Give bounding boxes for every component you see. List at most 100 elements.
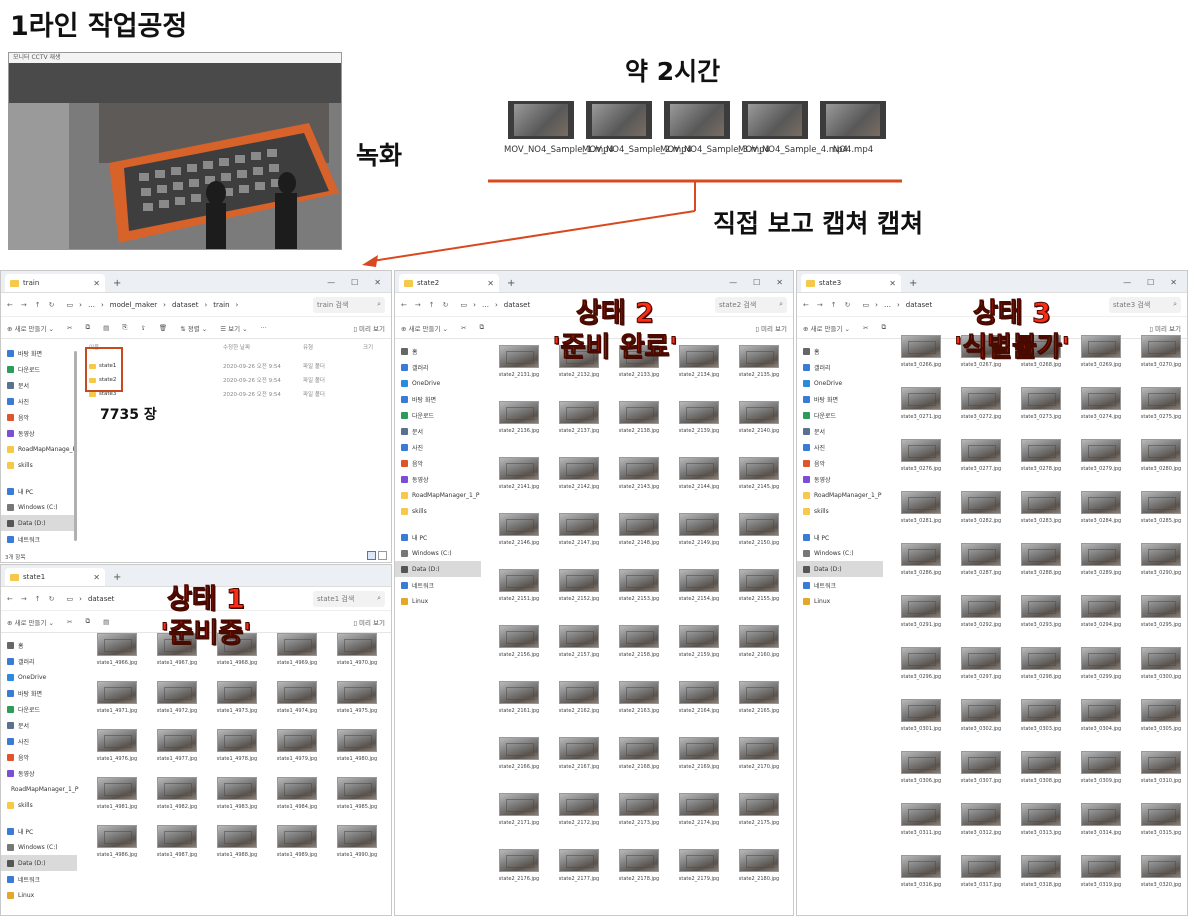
nav-item[interactable]: Data (D:) [395, 561, 481, 577]
nav-item[interactable]: 음악 [797, 455, 883, 471]
nav-item[interactable]: 음악 [1, 749, 77, 765]
nav-item[interactable]: 문서 [1, 717, 77, 733]
file-thumbnail[interactable]: state2_2177.jpg [549, 849, 609, 882]
nav-item[interactable]: 갤러리 [797, 359, 883, 375]
nav-item[interactable]: Linux [1, 887, 77, 903]
new-tab-button[interactable]: + [113, 572, 121, 583]
file-thumbnail[interactable]: state2_2157.jpg [549, 625, 609, 658]
file-thumbnail[interactable]: state2_2147.jpg [549, 513, 609, 546]
tab-train[interactable]: train ✕ [5, 274, 105, 292]
file-thumbnail[interactable]: state3_0295.jpg [1131, 595, 1187, 628]
nav-item[interactable]: skills [797, 503, 883, 519]
file-thumbnail[interactable]: state1_4976.jpg [87, 729, 147, 762]
nav-item[interactable]: Data (D:) [1, 515, 77, 531]
file-thumbnail[interactable]: state3_0318.jpg [1011, 855, 1071, 888]
file-thumbnail[interactable]: state2_2169.jpg [669, 737, 729, 770]
file-thumbnail[interactable]: state3_0297.jpg [951, 647, 1011, 680]
file-thumbnail[interactable]: state3_0278.jpg [1011, 439, 1071, 472]
file-thumbnail[interactable]: state1_4975.jpg [327, 681, 387, 714]
forward-icon[interactable]: → [21, 301, 27, 309]
file-thumbnail[interactable]: state2_2155.jpg [729, 569, 789, 602]
file-thumbnail[interactable]: state1_4986.jpg [87, 825, 147, 858]
file-thumbnail[interactable]: state1_4990.jpg [327, 825, 387, 858]
tab-state3[interactable]: state3 ✕ [801, 274, 901, 292]
file-thumbnail[interactable]: state2_2152.jpg [549, 569, 609, 602]
file-thumbnail[interactable]: state2_2143.jpg [609, 457, 669, 490]
nav-item[interactable]: 사진 [1, 733, 77, 749]
cut-icon[interactable]: ✂ [67, 618, 72, 626]
nav-item[interactable]: 홈 [797, 343, 883, 359]
file-thumbnail[interactable]: state3_0289.jpg [1071, 543, 1131, 576]
nav-item[interactable]: 문서 [797, 423, 883, 439]
file-thumbnail[interactable]: state1_4969.jpg [267, 633, 327, 666]
close-icon[interactable]: ✕ [93, 279, 100, 288]
preview-button[interactable]: ▯ 미리 보기 [353, 617, 385, 627]
nav-item[interactable]: 갤러리 [395, 359, 481, 375]
breadcrumb-item[interactable]: dataset [172, 301, 198, 309]
file-thumbnail[interactable]: state2_2178.jpg [609, 849, 669, 882]
file-thumbnail[interactable]: state2_2180.jpg [729, 849, 789, 882]
file-thumbnail[interactable]: state3_0274.jpg [1071, 387, 1131, 420]
file-thumbnail[interactable]: state3_0304.jpg [1071, 699, 1131, 732]
file-thumbnail[interactable]: state2_2162.jpg [549, 681, 609, 714]
file-thumbnail[interactable]: state1_4985.jpg [327, 777, 387, 810]
search-input[interactable]: state2 검색 ⌕ [715, 296, 787, 313]
nav-item[interactable]: Data (D:) [797, 561, 883, 577]
file-thumbnail[interactable]: state3_0320.jpg [1131, 855, 1187, 888]
maximize-icon[interactable]: ☐ [1147, 278, 1154, 287]
nav-item[interactable]: RoadMapManage_P [1, 441, 77, 457]
file-thumbnail[interactable]: state3_0303.jpg [1011, 699, 1071, 732]
nav-item[interactable]: Linux [395, 593, 481, 609]
back-icon[interactable]: ← [7, 301, 13, 309]
file-thumbnail[interactable]: state3_0287.jpg [951, 543, 1011, 576]
refresh-icon[interactable]: ↻ [49, 301, 55, 309]
file-thumbnail[interactable]: state2_2135.jpg [729, 345, 789, 378]
nav-item[interactable]: 갤러리 [1, 653, 77, 669]
refresh-icon[interactable]: ↻ [49, 595, 55, 603]
file-thumbnail[interactable]: state2_2174.jpg [669, 793, 729, 826]
search-input[interactable]: state3 검색 ⌕ [1109, 296, 1181, 313]
file-thumbnail[interactable]: state3_0272.jpg [951, 387, 1011, 420]
up-icon[interactable]: ↑ [429, 301, 435, 309]
file-thumbnail[interactable]: state2_2140.jpg [729, 401, 789, 434]
file-thumbnail[interactable]: state3_0279.jpg [1071, 439, 1131, 472]
paste-icon[interactable]: ▤ [103, 618, 109, 626]
new-button[interactable]: ⊕ 새로 만들기 ⌄ [7, 323, 54, 333]
file-thumbnail[interactable]: state1_4982.jpg [147, 777, 207, 810]
nav-item[interactable]: OneDrive [395, 375, 481, 391]
file-thumbnail[interactable]: state3_0310.jpg [1131, 751, 1187, 784]
file-thumbnail[interactable]: state3_0288.jpg [1011, 543, 1071, 576]
file-thumbnail[interactable]: state1_4989.jpg [267, 825, 327, 858]
file-thumbnail[interactable]: state2_2176.jpg [489, 849, 549, 882]
nav-item[interactable]: 네트워크 [1, 531, 77, 547]
file-thumbnail[interactable]: state2_2171.jpg [489, 793, 549, 826]
close-window-icon[interactable]: ✕ [374, 278, 381, 287]
nav-item[interactable]: 네트워크 [395, 577, 481, 593]
nav-item[interactable]: 다운로드 [395, 407, 481, 423]
preview-button[interactable]: ▯ 미리 보기 [1149, 323, 1181, 333]
refresh-icon[interactable]: ↻ [443, 301, 449, 309]
file-thumbnail[interactable]: state2_2164.jpg [669, 681, 729, 714]
file-thumbnail[interactable]: state3_0283.jpg [1011, 491, 1071, 524]
file-thumbnail[interactable]: state3_0301.jpg [891, 699, 951, 732]
breadcrumb-item[interactable]: model_maker [110, 301, 157, 309]
video-file-item[interactable]: MOV_NO4_Sample_2.mp4 [582, 101, 692, 156]
file-thumbnail[interactable]: state2_2146.jpg [489, 513, 549, 546]
file-thumbnail[interactable]: state1_4984.jpg [267, 777, 327, 810]
file-thumbnail[interactable]: state2_2141.jpg [489, 457, 549, 490]
video-file-item[interactable]: NO4.mp4 [818, 101, 888, 156]
table-row[interactable]: state1 2020-09-26 오전 9:54 파일 폴더 [83, 359, 389, 373]
file-thumbnail[interactable]: state1_4966.jpg [87, 633, 147, 666]
close-icon[interactable]: ✕ [93, 573, 100, 582]
file-thumbnail[interactable]: state2_2145.jpg [729, 457, 789, 490]
nav-item[interactable]: RoadMapManager_1_P [797, 487, 883, 503]
nav-item[interactable]: 사진 [395, 439, 481, 455]
nav-item[interactable]: Windows (C:) [1, 839, 77, 855]
nav-item[interactable]: skills [1, 797, 77, 813]
file-thumbnail[interactable]: state2_2179.jpg [669, 849, 729, 882]
file-thumbnail[interactable]: state1_4974.jpg [267, 681, 327, 714]
file-thumbnail[interactable]: state3_0315.jpg [1131, 803, 1187, 836]
new-tab-button[interactable]: + [909, 278, 917, 289]
file-thumbnail[interactable]: state3_0284.jpg [1071, 491, 1131, 524]
new-button[interactable]: ⊕ 새로 만들기 ⌄ [401, 323, 448, 333]
